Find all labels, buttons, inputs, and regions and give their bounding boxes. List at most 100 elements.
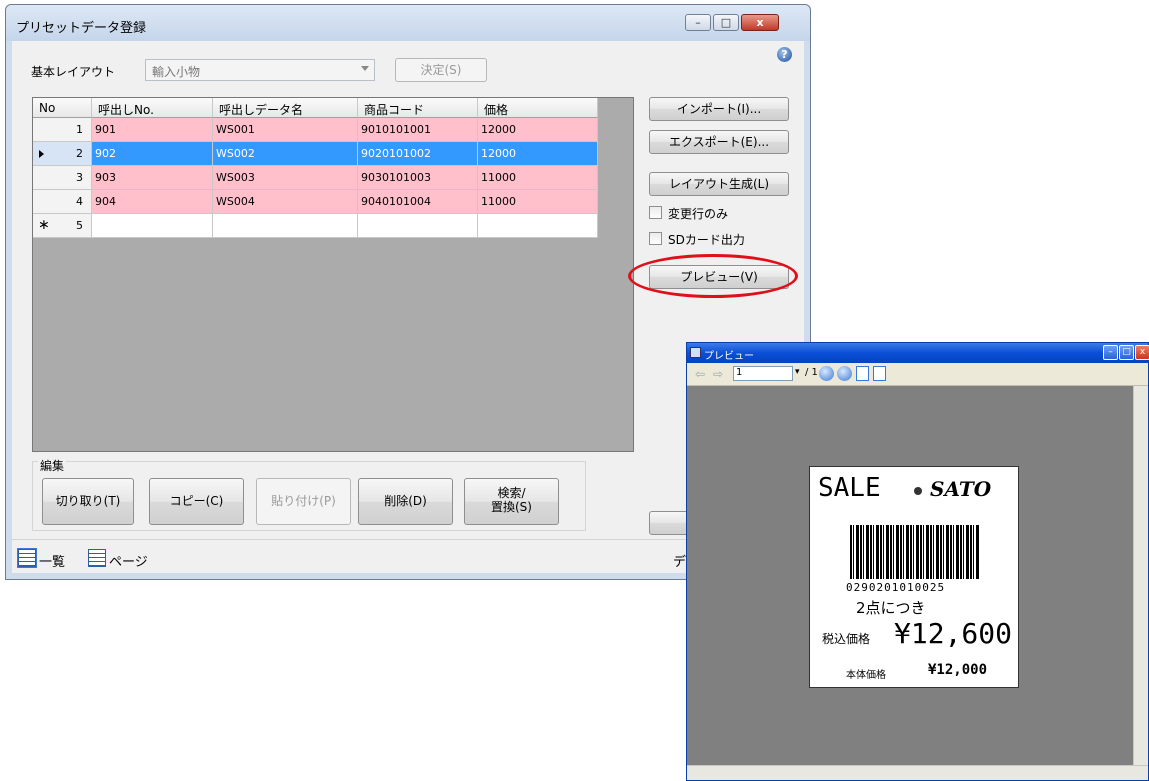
- barcode-image: [850, 525, 980, 579]
- preview-close-button[interactable]: x: [1135, 345, 1149, 360]
- cell-call-no[interactable]: 902: [92, 142, 213, 166]
- chevron-down-icon: [361, 66, 369, 71]
- close-icon: x: [1139, 347, 1146, 357]
- search-replace-button[interactable]: 検索/ 置換(S): [464, 478, 559, 525]
- column-header-data-name[interactable]: 呼出しデータ名: [213, 98, 358, 118]
- bullet-icon: [914, 487, 922, 495]
- base-layout-select[interactable]: 輸入小物: [145, 59, 375, 81]
- copy-button[interactable]: コピー(C): [149, 478, 244, 525]
- cell-product-code[interactable]: 9020101002: [358, 142, 478, 166]
- zoom-in-icon[interactable]: [819, 366, 834, 381]
- column-header-price[interactable]: 価格: [478, 98, 598, 118]
- preview-title-bar[interactable]: プレビュー – □ x: [687, 343, 1149, 363]
- cell-call-no[interactable]: 904: [92, 190, 213, 214]
- decide-button[interactable]: 決定(S): [395, 58, 487, 82]
- base-layout-value: 輸入小物: [152, 65, 201, 79]
- forward-arrow-icon[interactable]: ⇨: [713, 367, 723, 381]
- cell-product-code[interactable]: [358, 214, 478, 238]
- minimize-icon: –: [1108, 347, 1113, 357]
- new-row-icon: ∗: [38, 217, 50, 233]
- row-number: ∗ 5: [33, 214, 92, 238]
- cell-price[interactable]: 11000: [478, 166, 598, 190]
- search-replace-line2: 置換(S): [491, 500, 532, 514]
- cell-call-no[interactable]: 903: [92, 166, 213, 190]
- back-arrow-icon[interactable]: ⇦: [695, 367, 705, 381]
- paste-button[interactable]: 貼り付け(P): [256, 478, 351, 525]
- cell-data-name[interactable]: WS001: [213, 118, 358, 142]
- preview-canvas: SALE SATO 0290201010025 2点につき 税込価格 ¥12,6…: [687, 386, 1134, 766]
- fit-page-icon[interactable]: [856, 366, 869, 381]
- cell-data-name[interactable]: WS004: [213, 190, 358, 214]
- list-view-tab[interactable]: 一覧: [39, 551, 65, 570]
- export-button[interactable]: エクスポート(E)...: [649, 130, 789, 154]
- base-layout-label: 基本レイアウト: [31, 65, 116, 79]
- tax-incl-label: 税込価格: [822, 632, 871, 646]
- cell-call-no[interactable]: 901: [92, 118, 213, 142]
- cell-price[interactable]: 12000: [478, 118, 598, 142]
- preview-maximize-button[interactable]: □: [1119, 345, 1134, 360]
- barcode-digits: 0290201010025: [846, 581, 946, 594]
- new-row[interactable]: ∗ 5: [33, 214, 598, 238]
- maximize-icon: □: [1122, 347, 1131, 357]
- row-number: 3: [33, 166, 92, 190]
- current-row-icon: [39, 150, 44, 158]
- preview-minimize-button[interactable]: –: [1103, 345, 1118, 360]
- cell-price[interactable]: 11000: [478, 190, 598, 214]
- page-number-input[interactable]: 1: [733, 366, 793, 381]
- preview-toolbar: ⇦ ⇨ 1 ▾ / 1: [687, 363, 1148, 386]
- row-number: 4: [33, 190, 92, 214]
- highlight-ellipse: [628, 254, 798, 298]
- sd-output-label: SDカード出力: [668, 233, 745, 247]
- page-total: / 1: [805, 367, 818, 378]
- delete-button[interactable]: 削除(D): [358, 478, 453, 525]
- window-title: プリセットデータ登録: [16, 21, 147, 36]
- maximize-button[interactable]: □: [713, 14, 739, 31]
- preview-horizontal-scrollbar[interactable]: [687, 765, 1148, 780]
- changed-only-checkbox[interactable]: [649, 206, 662, 219]
- preset-data-grid[interactable]: No 呼出しNo. 呼出しデータ名 商品コード 価格 1 901 WS001 9…: [32, 97, 634, 452]
- layout-generate-button[interactable]: レイアウト生成(L): [649, 172, 789, 196]
- cell-call-no[interactable]: [92, 214, 213, 238]
- sato-logo: SATO: [930, 477, 992, 501]
- preview-vertical-scrollbar[interactable]: [1133, 386, 1148, 766]
- cut-button[interactable]: 切り取り(T): [42, 478, 134, 525]
- maximize-icon: □: [720, 16, 732, 29]
- table-row-selected[interactable]: 2 902 WS002 9020101002 12000: [33, 142, 598, 166]
- page-view-icon[interactable]: [88, 549, 106, 567]
- close-button[interactable]: x: [741, 14, 779, 31]
- title-bar[interactable]: プリセットデータ登録 – □ x: [6, 5, 810, 41]
- cell-data-name[interactable]: WS003: [213, 166, 358, 190]
- table-row[interactable]: 4 904 WS004 9040101004 11000: [33, 190, 598, 214]
- import-button[interactable]: インポート(I)...: [649, 97, 789, 121]
- table-row[interactable]: 3 903 WS003 9030101003 11000: [33, 166, 598, 190]
- help-icon[interactable]: ?: [777, 47, 792, 62]
- sd-output-checkbox[interactable]: [649, 232, 662, 245]
- close-icon: x: [756, 16, 764, 29]
- column-header-call-no[interactable]: 呼出しNo.: [92, 98, 213, 118]
- zoom-out-icon[interactable]: [837, 366, 852, 381]
- cell-product-code[interactable]: 9010101001: [358, 118, 478, 142]
- tax-incl-price: ¥12,600: [894, 617, 1013, 650]
- status-right-text: デ: [673, 555, 687, 570]
- page-view-tab[interactable]: ページ: [109, 551, 148, 570]
- cell-product-code[interactable]: 9040101004: [358, 190, 478, 214]
- minimize-button[interactable]: –: [685, 14, 711, 31]
- actual-size-icon[interactable]: [873, 366, 886, 381]
- base-price-label: 本体価格: [846, 670, 886, 681]
- minimize-icon: –: [695, 16, 701, 29]
- cell-price[interactable]: 12000: [478, 142, 598, 166]
- quantity-text: 2点につき: [856, 599, 926, 617]
- preview-title: プレビュー: [704, 351, 754, 362]
- cell-product-code[interactable]: 9030101003: [358, 166, 478, 190]
- column-header-product-code[interactable]: 商品コード: [358, 98, 478, 118]
- cell-data-name[interactable]: [213, 214, 358, 238]
- cell-data-name[interactable]: WS002: [213, 142, 358, 166]
- label-sale-text: SALE: [818, 473, 881, 503]
- page-dropdown-icon[interactable]: ▾: [795, 367, 800, 377]
- list-view-icon[interactable]: [17, 548, 37, 568]
- cell-price[interactable]: [478, 214, 598, 238]
- column-header-no[interactable]: No: [33, 98, 92, 118]
- table-row[interactable]: 1 901 WS001 9010101001 12000: [33, 118, 598, 142]
- base-price: ¥12,000: [928, 662, 988, 678]
- row-number: 2: [33, 142, 92, 166]
